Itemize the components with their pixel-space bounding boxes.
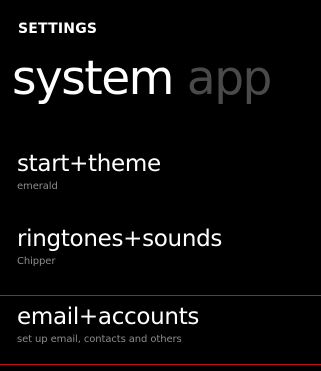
settings-item-email-accounts[interactable]: email+accounts set up email, contacts an…: [17, 303, 199, 346]
settings-item-start-theme[interactable]: start+theme emerald: [17, 150, 161, 193]
settings-item-subtitle: set up email, contacts and others: [17, 334, 182, 345]
settings-item-ringtones-sounds[interactable]: ringtones+sounds Chipper: [17, 225, 222, 268]
pivot-tab-system[interactable]: system: [12, 51, 174, 106]
settings-item-subtitle: emerald: [17, 181, 58, 192]
highlight-rule-top: [0, 295, 321, 296]
pivot-tab-applications[interactable]: app: [187, 51, 272, 106]
settings-item-title: start+theme: [17, 151, 161, 177]
settings-item-title: email+accounts: [17, 304, 200, 330]
settings-item-title: ringtones+sounds: [17, 226, 223, 252]
settings-item-subtitle: Chipper: [17, 256, 56, 267]
highlight-rule-bottom: [0, 364, 321, 365]
pivot-header: system app: [12, 55, 272, 102]
section-title: SETTINGS: [18, 21, 98, 37]
